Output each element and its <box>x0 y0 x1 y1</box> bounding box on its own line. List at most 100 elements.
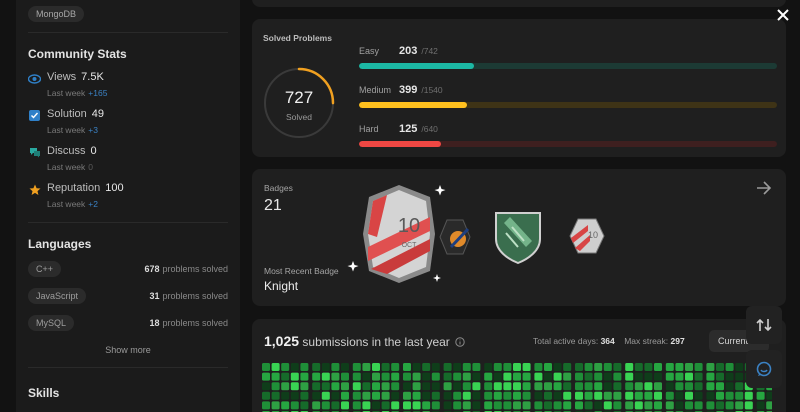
heatmap-cell[interactable] <box>735 363 744 371</box>
heatmap-cell[interactable] <box>544 363 552 371</box>
heatmap-cell[interactable] <box>321 372 330 381</box>
heatmap-cell[interactable] <box>300 391 309 400</box>
heatmap-cell[interactable] <box>544 401 552 410</box>
heatmap-cell[interactable] <box>725 382 734 391</box>
heatmap-cell[interactable] <box>412 382 421 391</box>
heatmap-cell[interactable] <box>381 382 390 391</box>
heatmap-cell[interactable] <box>654 401 662 410</box>
heatmap-cell[interactable] <box>503 372 512 381</box>
heatmap-cell[interactable] <box>372 391 380 400</box>
heatmap-cell[interactable] <box>262 401 270 410</box>
heatmap-cell[interactable] <box>644 363 653 371</box>
heatmap-cell[interactable] <box>300 401 309 410</box>
heatmap-cell[interactable] <box>575 372 583 381</box>
heatmap-cell[interactable] <box>553 363 562 371</box>
heatmap-cell[interactable] <box>290 372 299 381</box>
heatmap-cell[interactable] <box>716 363 724 371</box>
skill-tag-chip[interactable]: MongoDB <box>28 6 85 22</box>
heatmap-cell[interactable] <box>625 401 634 410</box>
heatmap-cell[interactable] <box>634 372 643 381</box>
heatmap-cell[interactable] <box>281 372 290 381</box>
chat-button[interactable] <box>746 350 782 388</box>
heatmap-cell[interactable] <box>362 391 371 400</box>
heatmap-cell[interactable] <box>453 401 462 410</box>
heatmap-cell[interactable] <box>462 391 471 400</box>
heatmap-cell[interactable] <box>654 391 662 400</box>
heatmap-cell[interactable] <box>381 372 390 381</box>
heatmap-cell[interactable] <box>644 401 653 410</box>
heatmap-cell[interactable] <box>472 363 481 371</box>
heatmap-cell[interactable] <box>634 363 643 371</box>
heatmap-cell[interactable] <box>522 382 531 391</box>
heatmap-cell[interactable] <box>290 391 299 400</box>
heatmap-cell[interactable] <box>553 401 562 410</box>
heatmap-cell[interactable] <box>706 391 715 400</box>
heatmap-cell[interactable] <box>584 363 593 371</box>
heatmap-cell[interactable] <box>594 382 603 391</box>
heatmap-cell[interactable] <box>290 382 299 391</box>
heatmap-cell[interactable] <box>563 372 572 381</box>
heatmap-cell[interactable] <box>613 372 622 381</box>
monthly-badge-icon[interactable]: 10 <box>568 217 606 255</box>
heatmap-cell[interactable] <box>563 391 572 400</box>
heatmap-cell[interactable] <box>372 363 380 371</box>
heatmap-cell[interactable] <box>431 363 440 371</box>
language-chip[interactable]: JavaScript <box>28 287 87 304</box>
heatmap-cell[interactable] <box>412 391 421 400</box>
heatmap-cell[interactable] <box>575 363 583 371</box>
heatmap-cell[interactable] <box>694 391 703 400</box>
heatmap-cell[interactable] <box>362 363 371 371</box>
heatmap-cell[interactable] <box>281 391 290 400</box>
heatmap-cell[interactable] <box>503 401 512 410</box>
heatmap-cell[interactable] <box>716 372 724 381</box>
heatmap-cell[interactable] <box>312 391 321 400</box>
heatmap-cell[interactable] <box>735 401 744 410</box>
heatmap-cell[interactable] <box>756 401 765 410</box>
heatmap-cell[interactable] <box>341 363 349 371</box>
heatmap-cell[interactable] <box>613 401 622 410</box>
heatmap-cell[interactable] <box>594 391 603 400</box>
heatmap-cell[interactable] <box>603 382 612 391</box>
heatmap-cell[interactable] <box>341 382 349 391</box>
heatmap-cell[interactable] <box>331 401 340 410</box>
heatmap-cell[interactable] <box>594 372 603 381</box>
heatmap-cell[interactable] <box>625 382 634 391</box>
heatmap-cell[interactable] <box>685 401 693 410</box>
heatmap-cell[interactable] <box>665 372 674 381</box>
heatmap-cell[interactable] <box>422 391 431 400</box>
language-chip[interactable]: MySQL <box>28 314 75 331</box>
heatmap-cell[interactable] <box>412 363 421 371</box>
heatmap-cell[interactable] <box>431 401 440 410</box>
heatmap-cell[interactable] <box>685 363 693 371</box>
heatmap-cell[interactable] <box>694 382 703 391</box>
heatmap-cell[interactable] <box>321 363 330 371</box>
heatmap-cell[interactable] <box>735 382 744 391</box>
heatmap-cell[interactable] <box>381 401 390 410</box>
heatmap-cell[interactable] <box>584 391 593 400</box>
heatmap-cell[interactable] <box>634 382 643 391</box>
heatmap-cell[interactable] <box>391 372 400 381</box>
heatmap-cell[interactable] <box>503 363 512 371</box>
heatmap-cell[interactable] <box>403 401 411 410</box>
heatmap-cell[interactable] <box>431 391 440 400</box>
heatmap-cell[interactable] <box>352 401 361 410</box>
heatmap-cell[interactable] <box>493 401 502 410</box>
annual-badge-icon[interactable] <box>438 217 472 257</box>
heatmap-cell[interactable] <box>522 401 531 410</box>
heatmap-cell[interactable] <box>675 401 684 410</box>
heatmap-cell[interactable] <box>725 372 734 381</box>
heatmap-cell[interactable] <box>362 382 371 391</box>
heatmap-cell[interactable] <box>312 363 321 371</box>
heatmap-cell[interactable] <box>625 391 634 400</box>
heatmap-cell[interactable] <box>493 382 502 391</box>
heatmap-cell[interactable] <box>654 372 662 381</box>
heatmap-cell[interactable] <box>462 401 471 410</box>
heatmap-cell[interactable] <box>422 401 431 410</box>
heatmap-cell[interactable] <box>381 391 390 400</box>
heatmap-cell[interactable] <box>493 363 502 371</box>
heatmap-cell[interactable] <box>453 382 462 391</box>
heatmap-cell[interactable] <box>725 391 734 400</box>
heatmap-cell[interactable] <box>756 391 765 400</box>
heatmap-cell[interactable] <box>262 372 270 381</box>
heatmap-cell[interactable] <box>716 391 724 400</box>
